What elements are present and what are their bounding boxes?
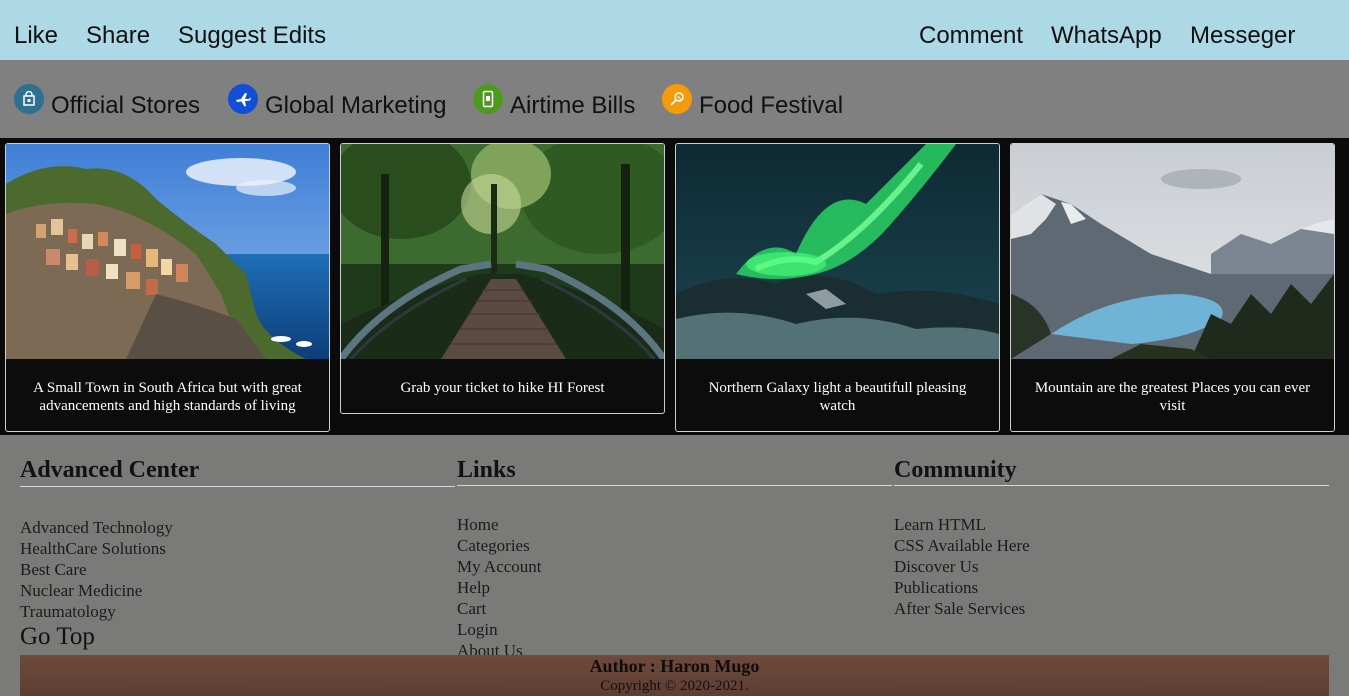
category-food-festival[interactable]: Food Festival	[662, 84, 844, 120]
list-item: HealthCare Solutions	[20, 538, 455, 559]
footer-link[interactable]: Categories	[457, 535, 892, 556]
footer-link[interactable]: Cart	[457, 598, 892, 619]
footer-link[interactable]: HealthCare Solutions	[20, 538, 455, 559]
footer-advanced-center: Advanced Center Advanced Technology Heal…	[20, 455, 455, 652]
footer-link[interactable]: Traumatology	[20, 601, 455, 622]
food-icon	[662, 84, 692, 114]
footer-list: Home Categories My Account Help Cart Log…	[457, 514, 892, 661]
footer-heading: Links	[457, 455, 892, 486]
category-airtime-bills[interactable]: Airtime Bills	[473, 84, 636, 120]
footer-list: Learn HTML CSS Available Here Discover U…	[894, 514, 1329, 619]
copyright-text: Copyright © 2020-2021.	[600, 678, 749, 694]
card-forest-bridge[interactable]: Grab your ticket to hike HI Forest	[340, 143, 665, 414]
footer-link[interactable]: Learn HTML	[894, 514, 1329, 535]
top-nav-bar: Like Share Suggest Edits Comment WhatsAp…	[0, 0, 1349, 60]
footer-link[interactable]: Help	[457, 577, 892, 598]
footer-link[interactable]: Nuclear Medicine	[20, 580, 455, 601]
suggest-edits-link[interactable]: Suggest Edits	[178, 21, 326, 51]
footer-heading: Community	[894, 455, 1329, 486]
list-item: Home	[457, 514, 892, 535]
list-item: Learn HTML	[894, 514, 1329, 535]
footer-link[interactable]: My Account	[457, 556, 892, 577]
footer-link[interactable]: Login	[457, 619, 892, 640]
footer-link[interactable]: Home	[457, 514, 892, 535]
footer-link[interactable]: Best Care	[20, 559, 455, 580]
category-label: Food Festival	[699, 92, 844, 119]
category-label: Official Stores	[51, 92, 200, 119]
footer-link[interactable]: Discover Us	[894, 556, 1329, 577]
featured-cards: A Small Town in South Africa but with gr…	[0, 138, 1349, 435]
footer-community: Community Learn HTML CSS Available Here …	[894, 455, 1329, 619]
category-official-stores[interactable]: Official Stores	[14, 84, 200, 120]
list-item: Categories	[457, 535, 892, 556]
list-item: Nuclear Medicine	[20, 580, 455, 601]
list-item: Publications	[894, 577, 1329, 598]
forest-bridge-image	[341, 144, 664, 359]
card-caption: A Small Town in South Africa but with gr…	[33, 380, 302, 414]
go-top-link[interactable]: Go Top	[20, 622, 455, 652]
phone-icon	[473, 84, 503, 114]
list-item: My Account	[457, 556, 892, 577]
footer-link[interactable]: Advanced Technology	[20, 517, 455, 538]
share-link[interactable]: Share	[86, 21, 150, 51]
list-item: CSS Available Here	[894, 535, 1329, 556]
airplane-icon	[228, 84, 258, 114]
messenger-link[interactable]: Messeger	[1190, 21, 1295, 51]
footer-link[interactable]: Publications	[894, 577, 1329, 598]
author-credit: Author : Haron Mugo	[589, 656, 760, 676]
footer-link[interactable]: CSS Available Here	[894, 535, 1329, 556]
coastal-town-image	[6, 144, 329, 359]
category-label: Global Marketing	[265, 92, 447, 119]
footer-links: Links Home Categories My Account Help Ca…	[457, 455, 892, 661]
list-item: After Sale Services	[894, 598, 1329, 619]
list-item: Login	[457, 619, 892, 640]
aurora-image	[676, 144, 999, 359]
store-icon	[14, 84, 44, 114]
card-caption: Grab your ticket to hike HI Forest	[400, 380, 605, 396]
list-item: Best Care	[20, 559, 455, 580]
category-label: Airtime Bills	[510, 92, 636, 119]
footer-link[interactable]: After Sale Services	[894, 598, 1329, 619]
like-link[interactable]: Like	[14, 21, 58, 51]
category-global-marketing[interactable]: Global Marketing	[228, 84, 447, 120]
card-mountain-lake[interactable]: Mountain are the greatest Places you can…	[1010, 143, 1335, 432]
footer-list: Advanced Technology HealthCare Solutions…	[20, 517, 455, 622]
list-item: Advanced Technology	[20, 517, 455, 538]
card-caption: Northern Galaxy light a beautifull pleas…	[708, 380, 967, 414]
card-coastal-town[interactable]: A Small Town in South Africa but with gr…	[5, 143, 330, 432]
list-item: Help	[457, 577, 892, 598]
footer-heading: Advanced Center	[20, 455, 455, 487]
list-item: Discover Us	[894, 556, 1329, 577]
comment-link[interactable]: Comment	[919, 21, 1023, 51]
list-item: Cart	[457, 598, 892, 619]
card-aurora[interactable]: Northern Galaxy light a beautifull pleas…	[675, 143, 1000, 432]
list-item: Traumatology	[20, 601, 455, 622]
category-bar: Official Stores Global Marketing Airtime…	[0, 60, 1349, 138]
whatsapp-link[interactable]: WhatsApp	[1051, 21, 1162, 51]
mountain-lake-image	[1011, 144, 1334, 359]
footer-bottom-bar: Author : Haron Mugo Copyright © 2020-202…	[20, 655, 1329, 696]
card-caption: Mountain are the greatest Places you can…	[1034, 380, 1311, 414]
